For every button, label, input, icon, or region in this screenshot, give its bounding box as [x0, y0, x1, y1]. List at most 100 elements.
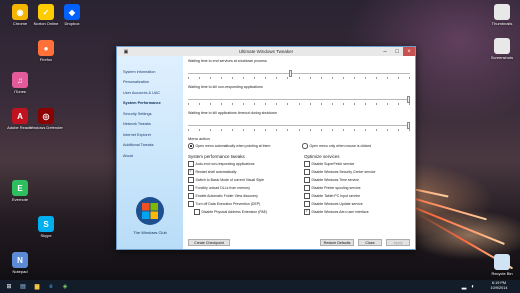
slider-tick	[365, 129, 366, 131]
checkbox-label: Switch to Basic Mode of current Visual S…	[195, 177, 264, 182]
optimize-checkbox-row[interactable]: Disable Tablet PC Input service	[304, 193, 360, 199]
network-icon[interactable]: ▂	[460, 282, 468, 291]
windows-logo-icon	[136, 197, 164, 225]
sidebar-item-network-tweaks[interactable]: Network Tweaks	[123, 122, 151, 126]
shutdown-timeout-slider[interactable]	[188, 122, 410, 131]
checkbox[interactable]: ✓	[188, 169, 194, 175]
folder-icon[interactable]: ▆	[31, 282, 43, 291]
file-icon	[494, 4, 510, 20]
slider-tick	[221, 129, 222, 131]
slider-tick	[232, 77, 233, 79]
apply-button[interactable]: Apply	[386, 239, 410, 246]
clock[interactable]: 6:19 PM 10/9/2014	[482, 281, 516, 291]
sidebar-item-additional-tweaks[interactable]: Additional Tweaks	[123, 143, 154, 147]
optimize-checkbox-row[interactable]: Disable Windows Update service	[304, 201, 363, 207]
close-button[interactable]: Close	[358, 239, 382, 246]
desktop-icon[interactable]: Screenshots	[484, 38, 520, 60]
checkbox[interactable]	[304, 193, 310, 199]
desktop-icon[interactable]: ◎ Windows Defender	[28, 108, 64, 130]
desktop-icon[interactable]: ◆ Dropbox	[54, 4, 90, 26]
menu-action-radio-hover[interactable]: Open menu automatically when pointing at…	[188, 143, 270, 149]
desktop-icon[interactable]: S Skype	[28, 216, 64, 238]
desktop-icon[interactable]: Recycle Bin	[484, 254, 520, 276]
optimize-checkbox-row[interactable]: Disable Windows Security Center service	[304, 169, 376, 175]
performance-checkbox-row[interactable]: Forcibly unload DLLs from memory	[188, 185, 250, 191]
slider-tick	[276, 103, 277, 105]
checkbox[interactable]	[188, 193, 194, 199]
radio-button[interactable]	[188, 143, 194, 149]
slider-thumb[interactable]	[289, 70, 292, 77]
menu-action-radio-click[interactable]: Open menu only when mouse is clicked	[302, 143, 371, 149]
checkbox-label: Disable Tablet PC Input service	[311, 193, 361, 198]
desktop-icon[interactable]: Thumbnails	[484, 4, 520, 26]
slider-thumb[interactable]	[407, 122, 410, 129]
checkbox[interactable]	[188, 177, 194, 183]
restore-defaults-button[interactable]: Restore Defaults	[320, 239, 354, 246]
performance-checkbox-row[interactable]: ✓ Restart shell automatically	[188, 169, 236, 175]
sidebar-item-user-accounts[interactable]: User Accounts & UAC	[123, 91, 160, 95]
desktop-icon[interactable]: ● Firefox	[28, 40, 64, 62]
slider-tick	[398, 103, 399, 105]
slider-tick	[265, 77, 266, 79]
sidebar-item-system-performance[interactable]: System Performance	[123, 101, 161, 105]
checkbox-label: Disable Printer spooling service	[311, 185, 361, 190]
checkbox-label: Auto-end non-responding applications	[195, 161, 255, 166]
start-button[interactable]: ⊞	[3, 282, 15, 291]
optimize-checkbox-row[interactable]: Disable SuperFetch service	[304, 161, 354, 167]
slider-tick	[365, 103, 366, 105]
slider-tick	[221, 103, 222, 105]
create-checkpoint-button[interactable]: Create Checkpoint	[188, 239, 230, 246]
sidebar-item-personalization[interactable]: Personalization	[123, 80, 149, 84]
sidebar-item-about[interactable]: About	[123, 154, 133, 158]
checkbox-label: Disable Windows Update service	[311, 201, 363, 206]
performance-checkbox-row[interactable]: Switch to Basic Mode of current Visual S…	[188, 177, 264, 183]
close-icon[interactable]: ×	[403, 47, 415, 56]
file-explorer-icon[interactable]: ▤	[17, 282, 29, 291]
radio-button[interactable]	[302, 143, 308, 149]
maximize-icon[interactable]: □	[391, 47, 403, 56]
dropbox-icon: ◆	[64, 4, 80, 20]
checkbox[interactable]: ✓	[304, 209, 310, 215]
shutdown-services-slider[interactable]	[188, 70, 410, 79]
slider-tick	[210, 103, 211, 105]
checkbox[interactable]	[304, 185, 310, 191]
performance-checkbox-row[interactable]: Enable Automatic Folder View discovery	[188, 193, 258, 199]
slider-label: Waiting time to kill applications timeou…	[188, 111, 277, 115]
sidebar-item-security-settings[interactable]: Security Settings	[123, 112, 152, 116]
checkbox[interactable]	[304, 161, 310, 167]
sidebar-item-system-information[interactable]: System information	[123, 70, 156, 74]
checkbox[interactable]	[188, 201, 194, 207]
slider-tick	[321, 103, 322, 105]
slider-tick	[188, 103, 189, 105]
slider-tick	[343, 103, 344, 105]
checkbox[interactable]	[304, 201, 310, 207]
checkbox-label: Turn off Data Execution Prevention (DEP)	[195, 201, 261, 206]
non-responding-apps-slider[interactable]	[188, 96, 410, 105]
performance-checkbox-row[interactable]: Auto-end non-responding applications	[188, 161, 254, 167]
desktop-icon[interactable]: E Evernote	[2, 180, 38, 202]
store-icon[interactable]: ◈	[59, 282, 71, 291]
sidebar-item-internet-explorer[interactable]: Internet Explorer	[123, 133, 151, 137]
slider-tick	[387, 129, 388, 131]
optimize-checkbox-row[interactable]: Disable Windows Time service	[304, 177, 359, 183]
checkbox[interactable]	[194, 209, 200, 215]
checkbox[interactable]	[188, 185, 194, 191]
volume-icon[interactable]: ◐	[469, 282, 477, 291]
optimize-checkbox-row[interactable]: ✓ Disable Windows Aero user interface	[304, 209, 369, 215]
desktop-icon[interactable]: N Notepad	[2, 252, 38, 274]
ie-icon[interactable]: e	[45, 282, 57, 291]
checkbox[interactable]	[304, 177, 310, 183]
checkbox[interactable]	[304, 169, 310, 175]
slider-tick	[409, 103, 410, 105]
slider-thumb[interactable]	[407, 96, 410, 103]
optimize-checkbox-row[interactable]: Disable Printer spooling service	[304, 185, 361, 191]
title-bar[interactable]: Ultimate Windows Tweaker ▣ – □ ×	[117, 47, 415, 56]
desktop-icon[interactable]: ♫ iTunes	[2, 72, 38, 94]
minimize-icon[interactable]: –	[379, 47, 391, 56]
checkbox[interactable]	[188, 161, 194, 167]
slider-tick	[287, 77, 288, 79]
itunes-icon: ♫	[12, 72, 28, 88]
performance-checkbox-row[interactable]: Disable Physical Address Extension (PAE)	[194, 209, 267, 215]
performance-checkbox-row[interactable]: Turn off Data Execution Prevention (DEP)	[188, 201, 260, 207]
firefox-icon: ●	[38, 40, 54, 56]
